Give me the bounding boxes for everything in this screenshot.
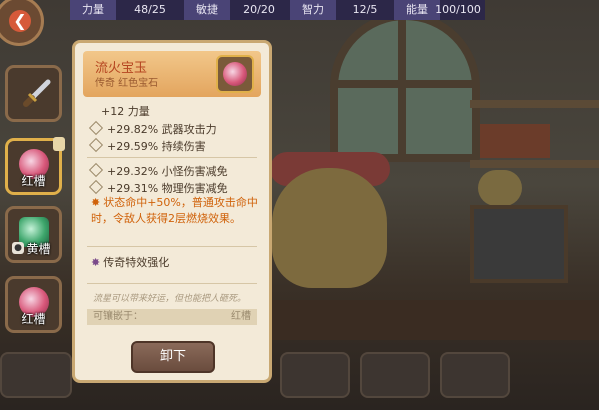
red-gem-icon	[223, 62, 247, 86]
character	[272, 168, 387, 288]
stat-value-energy: 100/100	[435, 3, 481, 16]
stat-line: +29.32% 小怪伤害减免	[88, 162, 228, 179]
inlay-label: 可镶嵌于：	[93, 311, 143, 322]
weapon-slot[interactable]	[5, 65, 62, 122]
books	[480, 124, 550, 158]
item-detail-panel: 流火宝玉 传奇 红色宝石 +12 力量 +29.82% 武器攻击力 +29.59…	[72, 40, 272, 383]
stat-label-agility: 敏捷	[184, 0, 230, 20]
table	[270, 300, 599, 340]
stat-text: +29.31% 物理伤害减免	[107, 182, 228, 195]
stat-bar: 力量 48/25 敏捷 20/20 智力 12/5 能量 100/100	[70, 0, 485, 20]
special-effect-text: 状态命中+50%，普通攻击命中时，令敌人获得2层燃烧效果。	[91, 196, 258, 225]
stat-line: +29.31% 物理伤害减免	[88, 179, 228, 196]
diamond-bullet-icon	[88, 137, 104, 153]
flavor-text: 流星可以带来好运，但也能把人砸死。	[93, 294, 247, 304]
slot-label: 黄槽	[26, 242, 51, 256]
unequip-button[interactable]: 卸下	[131, 341, 215, 373]
inlay-value: 红槽	[231, 311, 251, 322]
divider	[87, 157, 257, 158]
stat-value-strength: 48/25	[134, 3, 166, 16]
stat-value-agility: 20/20	[243, 3, 275, 16]
sword-icon	[23, 79, 51, 107]
stat-text: +29.32% 小怪伤害减免	[107, 165, 228, 178]
divider	[87, 283, 257, 284]
star-icon: ✸	[91, 196, 101, 209]
divider	[87, 246, 257, 247]
enhance-text: 传奇特效强化	[103, 256, 170, 269]
shelf	[470, 100, 599, 108]
stat-label-strength: 力量	[70, 0, 116, 20]
special-effect: ✸ 状态命中+50%，普通攻击命中时，令敌人获得2层燃烧效果。	[91, 195, 261, 227]
pin-icon	[53, 137, 65, 151]
chalkboard	[470, 205, 568, 283]
base-stat: +12 力量	[101, 105, 150, 118]
stat-line: +29.82% 武器攻击力	[88, 120, 217, 137]
slot-label: 红槽	[21, 174, 46, 188]
shelf	[470, 160, 599, 168]
stat-text: +29.59% 持续伤害	[107, 140, 206, 153]
stat-label-intelligence: 智力	[290, 0, 336, 20]
diamond-bullet-icon	[88, 120, 104, 136]
inlay-row: 可镶嵌于： 红槽	[87, 309, 257, 325]
star-icon: ✸	[91, 256, 101, 269]
red-slot[interactable]: 红槽	[5, 137, 65, 195]
diamond-bullet-icon	[88, 179, 104, 195]
yellow-slot[interactable]: ● 黄槽	[5, 206, 62, 263]
item-rarity: 传奇 红色宝石	[95, 78, 159, 89]
arched-window	[330, 12, 480, 162]
bottom-card	[360, 352, 430, 398]
diamond-bullet-icon	[88, 162, 104, 178]
stat-text: +29.82% 武器攻击力	[107, 123, 217, 136]
kettle	[478, 170, 522, 206]
bottom-card	[280, 352, 350, 398]
item-icon	[216, 55, 254, 93]
red-slot[interactable]: 红槽	[5, 276, 62, 333]
bottom-card	[0, 352, 72, 398]
back-arrow-icon: ❮	[9, 10, 31, 32]
bottom-card	[440, 352, 510, 398]
stat-line: +29.59% 持续伤害	[88, 137, 206, 154]
stat-value-intelligence: 12/5	[352, 3, 378, 16]
slot-label: 红槽	[21, 312, 46, 326]
legendary-enhance: ✸ 传奇特效强化	[91, 254, 169, 270]
